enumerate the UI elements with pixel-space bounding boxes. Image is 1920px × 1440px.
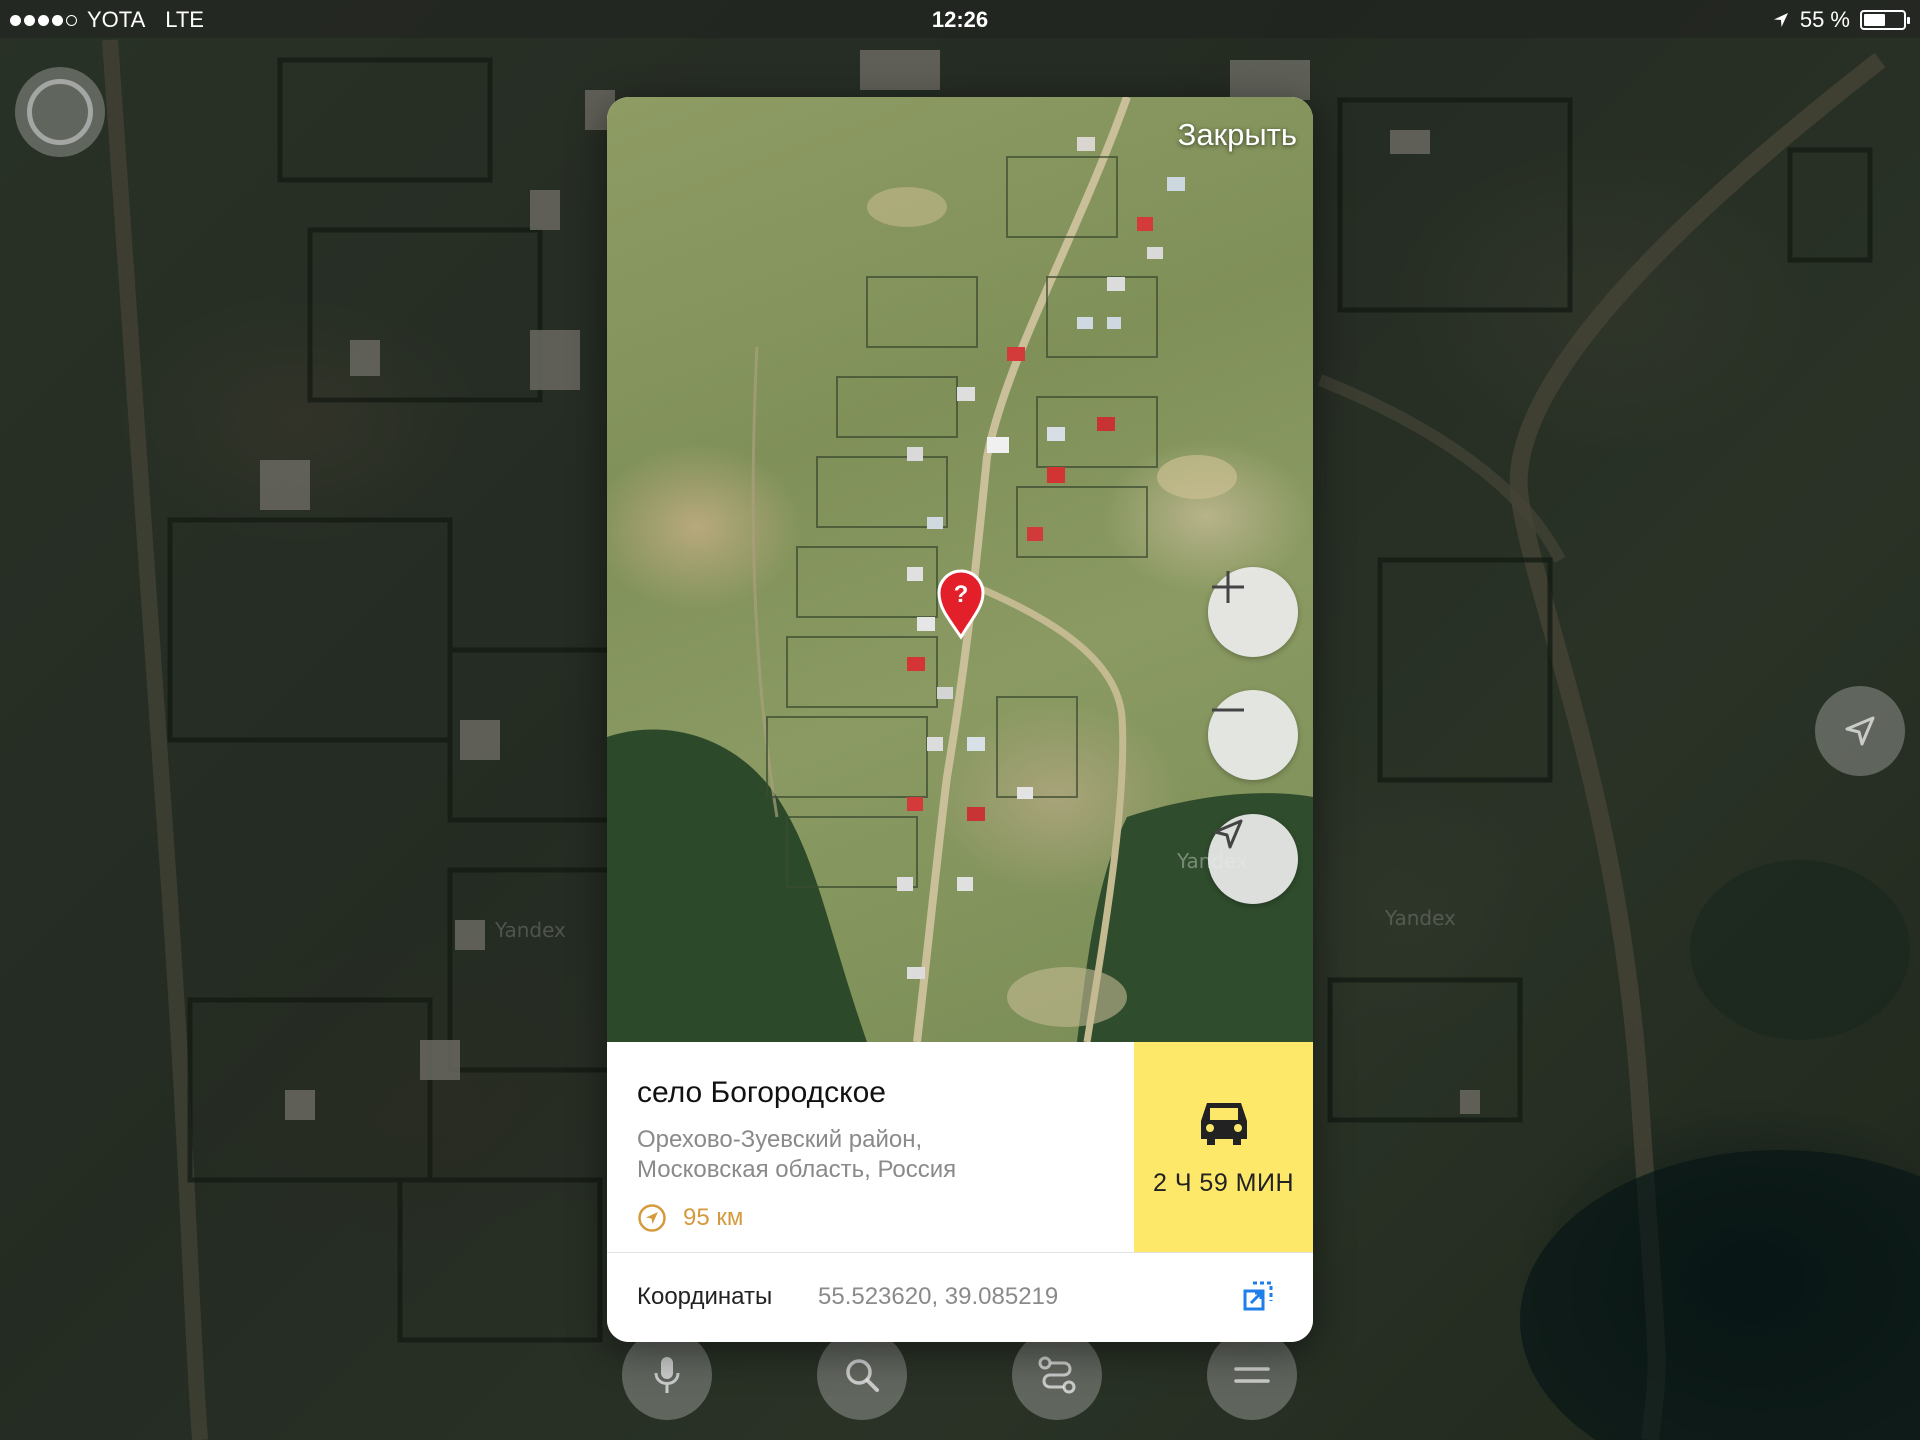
place-address: Орехово-Зуевский район, Московская облас… bbox=[637, 1126, 957, 1183]
place-title: село Богородское bbox=[637, 1076, 886, 1109]
microphone-icon bbox=[654, 1357, 680, 1393]
place-info: село Богородское Орехово-Зуевский район,… bbox=[607, 1042, 1313, 1252]
svg-text:?: ? bbox=[954, 581, 969, 608]
question-marker-icon[interactable]: ? bbox=[937, 569, 985, 640]
route-time: 2 Ч 59 МИН bbox=[1152, 1168, 1295, 1197]
alice-button[interactable] bbox=[15, 67, 105, 157]
route-by-car-button[interactable]: 2 Ч 59 МИН bbox=[1134, 1042, 1313, 1252]
zoom-out-button[interactable] bbox=[1208, 690, 1298, 780]
status-time: 12:26 bbox=[931, 7, 989, 32]
menu-button[interactable] bbox=[1207, 1330, 1297, 1420]
coordinates-row[interactable]: Координаты 55.523620, 39.085219 bbox=[607, 1252, 1313, 1342]
location-arrow-icon bbox=[1213, 819, 1243, 849]
zoom-in-button[interactable] bbox=[1208, 567, 1298, 657]
battery-percent: 55 % bbox=[1799, 7, 1850, 32]
copy-coordinates-icon[interactable] bbox=[1241, 1279, 1275, 1313]
routes-icon bbox=[1038, 1356, 1076, 1394]
place-preview-map[interactable]: ? Yandex Закрыть bbox=[607, 97, 1313, 1042]
alice-voice-assistant-icon bbox=[27, 79, 93, 145]
coordinates-value: 55.523620, 39.085219 bbox=[818, 1283, 1059, 1310]
minus-icon bbox=[1212, 708, 1244, 712]
menu-icon bbox=[1234, 1367, 1270, 1383]
close-button[interactable]: Закрыть bbox=[1178, 117, 1297, 153]
my-location-button[interactable] bbox=[1815, 686, 1905, 776]
card-my-location-button[interactable] bbox=[1208, 814, 1298, 904]
car-icon bbox=[1200, 1102, 1247, 1145]
plus-icon bbox=[1212, 571, 1244, 603]
routes-button[interactable] bbox=[1012, 1330, 1102, 1420]
voice-search-button[interactable] bbox=[622, 1330, 712, 1420]
location-services-icon bbox=[1773, 13, 1788, 27]
coordinates-label: Координаты bbox=[637, 1283, 773, 1310]
battery-icon bbox=[1860, 10, 1910, 30]
search-icon bbox=[846, 1359, 879, 1392]
distance-value: 95 км bbox=[683, 1204, 744, 1231]
status-bar: YOTA LTE 12:26 55 % bbox=[0, 0, 1920, 38]
compass-arrow-icon bbox=[638, 1204, 666, 1232]
place-card: ? Yandex Закрыть село Богородское Орехов… bbox=[607, 97, 1313, 1342]
place-distance: 95 км bbox=[637, 1203, 743, 1233]
search-button[interactable] bbox=[817, 1330, 907, 1420]
location-arrow-icon bbox=[1845, 716, 1875, 746]
